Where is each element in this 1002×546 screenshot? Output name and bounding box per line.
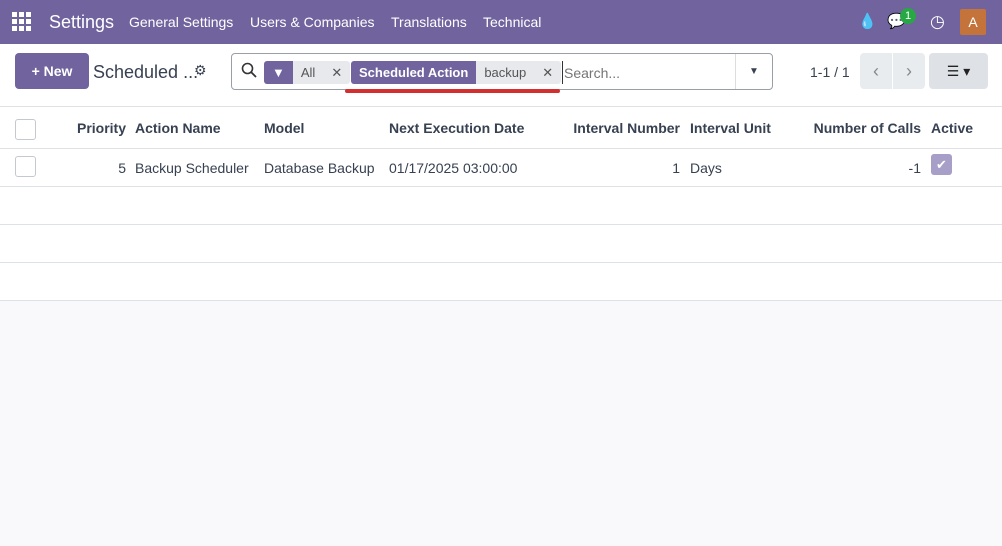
top-navbar: Settings General Settings Users & Compan… [0, 0, 1002, 44]
chat-badge: 1 [900, 8, 916, 24]
menu-technical[interactable]: Technical [483, 0, 541, 44]
clock-icon[interactable]: ◷ [930, 0, 945, 44]
cell-model: Database Backup [264, 160, 375, 176]
header-interval-number[interactable]: Interval Number [573, 107, 680, 149]
cell-number-of-calls: -1 [908, 160, 921, 176]
gear-icon[interactable]: ⚙ [194, 62, 207, 79]
app-title[interactable]: Settings [49, 0, 114, 44]
search-options-toggle[interactable]: ▼ [735, 54, 772, 89]
view-switcher-list[interactable]: ☰ ▾ [929, 53, 988, 89]
pager-previous[interactable]: ‹ [860, 53, 892, 89]
facet-filter: ▼ All ✕ [264, 61, 351, 84]
row-checkbox[interactable] [15, 156, 36, 177]
breadcrumb: Scheduled ... [93, 62, 199, 82]
active-checkbox: ✔ [931, 154, 952, 175]
table-header: Priority Action Name Model Next Executio… [0, 107, 1002, 149]
select-all-checkbox[interactable] [15, 119, 36, 140]
empty-row [0, 187, 1002, 225]
header-model[interactable]: Model [264, 107, 304, 149]
empty-row [0, 225, 1002, 263]
cell-priority: 5 [118, 160, 126, 176]
facet-label: Scheduled Action [351, 61, 477, 84]
empty-row [0, 263, 1002, 301]
facet-value: All [292, 61, 324, 84]
apps-menu-icon[interactable] [12, 12, 31, 31]
header-interval-unit[interactable]: Interval Unit [690, 107, 771, 149]
avatar[interactable]: A [960, 9, 986, 35]
drop-icon[interactable]: 💧 [858, 0, 877, 44]
header-action-name[interactable]: Action Name [135, 107, 221, 149]
facet-remove-icon[interactable]: ✕ [534, 61, 562, 84]
menu-general-settings[interactable]: General Settings [129, 0, 233, 44]
facet-remove-icon[interactable]: ✕ [323, 61, 351, 84]
control-panel: + New Scheduled ... ⚙ ▼ All ✕ Scheduled … [0, 44, 1002, 107]
plus-icon: + [31, 63, 44, 79]
header-next-execution[interactable]: Next Execution Date [389, 107, 524, 149]
facet-scheduled-action: Scheduled Action backup ✕ [351, 61, 562, 84]
filter-icon: ▼ [264, 61, 293, 84]
search-bar: ▼ All ✕ Scheduled Action backup ✕ ▼ [231, 53, 773, 93]
header-priority[interactable]: Priority [77, 107, 126, 149]
menu-translations[interactable]: Translations [391, 0, 467, 44]
cell-interval-unit: Days [690, 160, 722, 176]
menu-users-companies[interactable]: Users & Companies [250, 0, 375, 44]
new-button[interactable]: + New [15, 53, 89, 89]
cell-action-name: Backup Scheduler [135, 160, 249, 176]
facet-value: backup [476, 61, 535, 84]
table-row[interactable]: 5 Backup Scheduler Database Backup 01/17… [0, 149, 1002, 187]
header-active[interactable]: Active [931, 107, 973, 149]
cell-interval-number: 1 [672, 160, 680, 176]
cell-next-execution: 01/17/2025 03:00:00 [389, 160, 518, 176]
pager-next[interactable]: › [893, 53, 925, 89]
search-input[interactable] [562, 61, 732, 84]
list-table: Priority Action Name Model Next Executio… [0, 107, 1002, 301]
new-label: New [43, 63, 73, 79]
search-icon [241, 62, 257, 81]
header-number-of-calls[interactable]: Number of Calls [814, 107, 921, 149]
highlight-underline [345, 89, 560, 93]
pager-value[interactable]: 1-1 / 1 [810, 64, 850, 80]
